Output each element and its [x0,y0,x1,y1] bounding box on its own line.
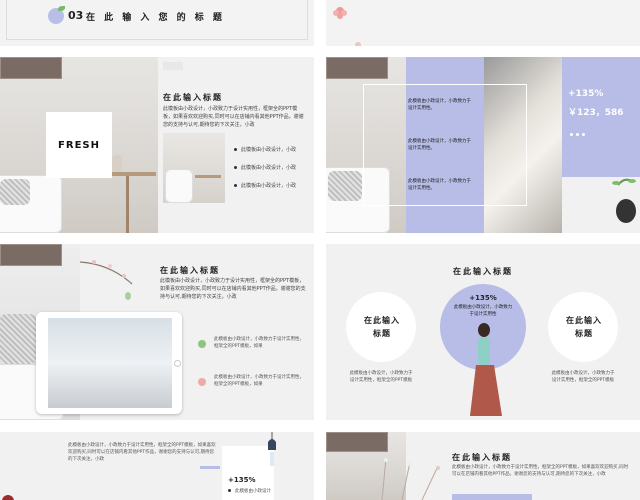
section-number: 03 [68,9,84,22]
body-text: 此模板由小政设计，小政致力于设计实用性，框架全的PPT模板，如果喜欢欢迎购买,同… [68,443,216,462]
percent-value: +135% [568,89,604,99]
left-circle-label: 在此输入标题 [364,316,400,338]
lavender-bar [452,494,532,500]
dot [582,133,585,136]
left-text: 此模板由小政设计，小政致力于设计实用性，框架全的PPT模板 [349,371,413,383]
bullet-text: 此模板由小政设计，小政 [241,183,297,189]
item-text: 此模板由小政设计，小政致力于设计实用性，框架全的PPT模板，如果 [214,375,304,387]
wall-painting [326,57,388,79]
red-flower-icon [0,488,20,500]
card-item: 此模板由小政设计 [228,488,271,495]
amount-value: ￥123，586 [568,108,624,118]
slide-title: 在此输入标题 [160,266,220,275]
slide-title: 在此输入标题 [453,267,513,276]
text-block: 此模板由小政设计，小政致力于设计实用性。 [408,99,471,111]
branch-icon [79,254,134,300]
table-leg [126,176,129,233]
woman-figure-icon [466,320,506,420]
fresh-label: FRESH [58,140,100,151]
cushion [328,171,362,201]
slide-title: 在此输入标题 [163,93,223,102]
slide-thumbnail-2[interactable]: FRESH 在此输入标题 此模板由小政设计，小政致力于设计实用性，框架全的PPT… [0,57,314,233]
vase [112,155,122,172]
body-text: 此模板由小政设计，小政致力于设计实用性，框架全的PPT模板，如果喜欢欢迎购买,同… [160,278,306,300]
slide-thumbnail-6[interactable]: 此模板由小政设计，小政致力于设计实用性，框架全的PPT模板，如果喜欢欢迎购买,同… [0,432,314,500]
small-flower-icon [354,34,362,46]
right-text: 此模板由小政设计，小政致力于设计实用性，框架全的PPT模板 [551,371,615,383]
bullet-dot [228,489,231,492]
center-percent: +135% [469,294,497,302]
bullet-dot [234,166,237,169]
right-circle-label: 在此输入标题 [566,316,602,338]
tablet-home-button [174,360,181,367]
card-accent [200,466,220,469]
flower-icon [198,378,206,386]
bullet-item: 此模板由小政设计，小政 [234,182,296,190]
dot [576,133,579,136]
section-title: 在 此 输 入 您 的 标 题 [86,13,225,23]
wall-painting [326,432,388,452]
card-percent: +135% [228,476,256,484]
slide-thumbnail-7[interactable]: 在此输入标题 此模板由小政设计，小政致力于设计实用性，框架全的PPT模板，如果喜… [326,432,640,500]
flower-icon [332,4,348,22]
slide-thumbnail-4[interactable]: 在此输入标题 此模板由小政设计，小政致力于设计实用性，框架全的PPT模板，如果喜… [0,244,314,420]
slide-thumbnail-5[interactable]: 在此输入标题 在此输入标题 +135% 此模板由小政设计，小政致力于设计实用性 … [326,244,640,420]
dot [570,133,573,136]
cushion [0,179,30,205]
bullet-text: 此模板由小政设计，小政 [241,165,297,171]
bullet-dot [234,184,237,187]
text-block: 此模板由小政设计，小政致力于设计实用性。 [408,139,471,151]
accent-bar [163,62,183,70]
branch-vase-icon [362,452,452,500]
tablet-screen [48,318,172,408]
wall-painting [0,57,62,79]
bullet-text: 此模板由小政设计，小政 [241,147,297,153]
center-text: 此模板由小政设计，小政致力于设计实用性 [453,305,513,317]
inset-sofa [165,169,193,203]
inset-table [195,175,221,178]
dots-indicator [570,121,585,140]
slide-title: 在此输入标题 [452,453,512,462]
slide-thumbnail-1b[interactable] [326,0,640,46]
body-text: 此模板由小政设计，小政致力于设计实用性，框架全的PPT模板，如果喜欢欢迎购买,同… [452,465,629,477]
plant-pot-icon [608,175,638,231]
slide-thumbnail-1[interactable]: 03 在 此 输 入 您 的 标 题 [0,0,314,46]
wind-chime-icon [266,432,278,472]
text-block: 此模板由小政设计，小政致力于设计实用性。 [408,179,471,191]
leaf-icon [198,340,206,348]
wall-painting [0,244,62,266]
bullet-dot [234,148,237,151]
item-text: 此模板由小政设计，小政致力于设计实用性，框架全的PPT模板，如果 [214,337,304,349]
slide-thumbnail-3[interactable]: 此模板由小政设计，小政致力于设计实用性。 此模板由小政设计，小政致力于设计实用性… [326,57,640,233]
body-text: 此模板由小政设计，小政致力于设计实用性，框架全的PPT模板，如果喜欢欢迎购买,同… [163,106,304,128]
bullet-item: 此模板由小政设计，小政 [234,164,296,172]
bullet-item: 此模板由小政设计，小政 [234,146,296,154]
card-item-text: 此模板由小政设计 [235,489,271,494]
cushion [0,314,36,364]
